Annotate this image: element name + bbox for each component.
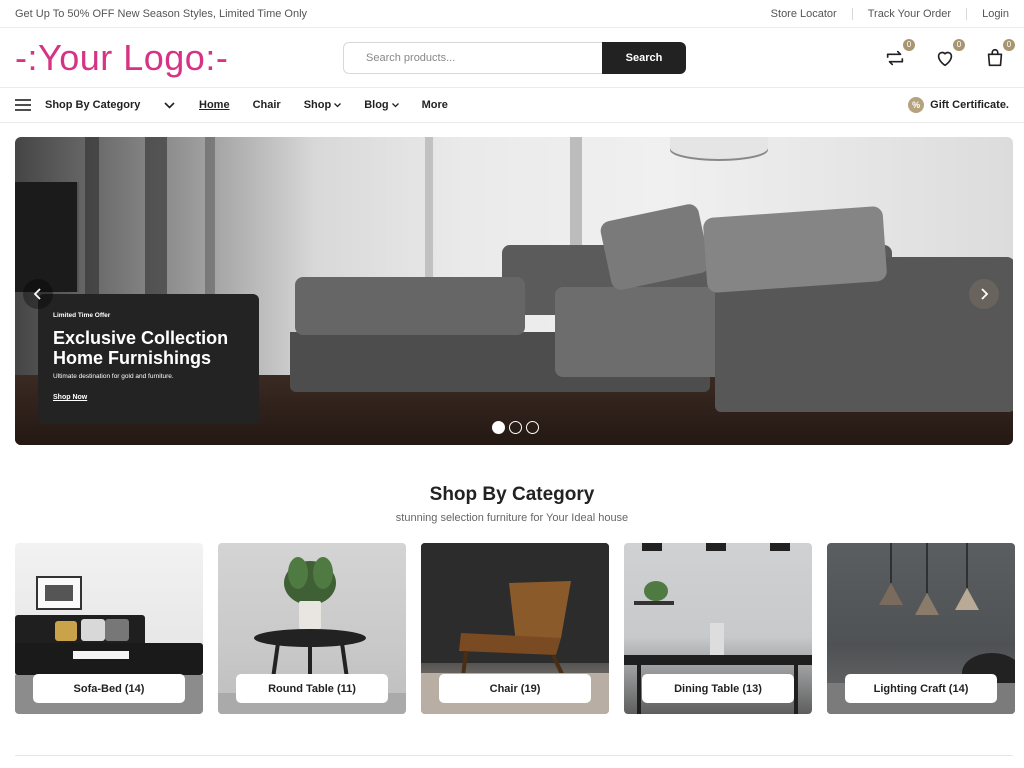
chevron-down-icon bbox=[164, 101, 175, 109]
hero-title-line: Home Furnishings bbox=[53, 348, 212, 368]
category-cards: Sofa-Bed (14) Round Table (11) Chair (19… bbox=[15, 543, 1015, 714]
pillow-image bbox=[702, 205, 888, 294]
bag-icon bbox=[987, 48, 1003, 66]
chevron-down-icon bbox=[334, 102, 342, 107]
nav-item-shop[interactable]: Shop bbox=[304, 99, 342, 111]
logo[interactable]: -:Your Logo:- bbox=[15, 39, 343, 76]
store-locator-link[interactable]: Store Locator bbox=[771, 8, 837, 20]
slider-dot[interactable] bbox=[526, 421, 539, 434]
hero-title: Exclusive Collection Home Furnishings bbox=[53, 328, 244, 368]
category-card-sofa-bed[interactable]: Sofa-Bed (14) bbox=[15, 543, 203, 714]
cart-count-badge: 0 bbox=[1003, 38, 1015, 51]
sofa-image bbox=[295, 277, 525, 335]
gift-certificate-link[interactable]: % Gift Certificate. bbox=[908, 97, 1009, 113]
nav-item-home[interactable]: Home bbox=[199, 99, 230, 111]
cart-button[interactable]: 0 bbox=[983, 38, 1015, 70]
arrow-left-icon bbox=[33, 288, 41, 300]
chevron-down-icon bbox=[391, 102, 399, 107]
nav-label: Blog bbox=[364, 99, 389, 111]
category-toggle-label: Shop By Category bbox=[45, 99, 141, 111]
heart-icon bbox=[937, 51, 953, 66]
search-bar: Search bbox=[343, 41, 686, 74]
hero-kicker: Limited Time Offer bbox=[53, 312, 111, 319]
header: -:Your Logo:- Search 0 0 0 bbox=[0, 28, 1024, 88]
divider bbox=[851, 7, 853, 20]
main-nav: Shop By Category Home Chair Shop Blog Mo… bbox=[0, 88, 1024, 123]
compare-button[interactable]: 0 bbox=[883, 38, 915, 70]
header-icons: 0 0 0 bbox=[883, 38, 1015, 70]
track-order-link[interactable]: Track Your Order bbox=[868, 8, 951, 20]
wishlist-button[interactable]: 0 bbox=[933, 38, 965, 70]
login-link[interactable]: Login bbox=[982, 8, 1009, 20]
category-section-title: Shop By Category bbox=[429, 484, 595, 505]
compare-count-badge: 0 bbox=[903, 38, 915, 51]
percent-icon: % bbox=[908, 97, 925, 113]
category-card-round-table[interactable]: Round Table (11) bbox=[218, 543, 406, 714]
slider-dot[interactable] bbox=[509, 421, 522, 434]
hero-slider: Limited Time Offer Exclusive Collection … bbox=[15, 137, 1013, 445]
slider-next-button[interactable] bbox=[969, 279, 999, 309]
hero-title-line: Exclusive Collection bbox=[53, 328, 229, 348]
top-bar: Get Up To 50% OFF New Season Styles, Lim… bbox=[0, 0, 1024, 28]
category-section-subtitle: stunning selection furniture for Your Id… bbox=[395, 512, 629, 524]
tv-image bbox=[15, 182, 79, 292]
nav-item-blog[interactable]: Blog bbox=[364, 99, 399, 111]
category-label: Lighting Craft (14) bbox=[845, 674, 997, 703]
slider-dot[interactable] bbox=[492, 421, 505, 434]
hero-subtitle: Ultimate destination for gold and furnit… bbox=[53, 373, 174, 380]
search-input[interactable] bbox=[343, 41, 602, 74]
nav-item-more[interactable]: More bbox=[422, 99, 448, 111]
compare-icon bbox=[886, 50, 904, 65]
slider-dots bbox=[492, 421, 539, 434]
lamp-image bbox=[670, 137, 768, 159]
shop-by-category-toggle[interactable]: Shop By Category bbox=[15, 99, 181, 111]
category-card-chair[interactable]: Chair (19) bbox=[421, 543, 609, 714]
wishlist-count-badge: 0 bbox=[953, 38, 965, 51]
gift-label: Gift Certificate. bbox=[930, 99, 1009, 111]
shop-now-link[interactable]: Shop Now bbox=[53, 394, 87, 401]
category-label: Chair (19) bbox=[439, 674, 591, 703]
category-label: Sofa-Bed (14) bbox=[33, 674, 185, 703]
search-button[interactable]: Search bbox=[602, 41, 686, 74]
category-card-lighting-craft[interactable]: Lighting Craft (14) bbox=[827, 543, 1015, 714]
nav-item-chair[interactable]: Chair bbox=[253, 99, 281, 111]
category-label: Round Table (11) bbox=[236, 674, 388, 703]
hero-promo-card: Limited Time Offer Exclusive Collection … bbox=[38, 294, 259, 424]
section-divider bbox=[15, 755, 1013, 756]
promo-text: Get Up To 50% OFF New Season Styles, Lim… bbox=[15, 7, 308, 20]
nav-label: More bbox=[421, 99, 448, 111]
nav-links: Home Chair Shop Blog More bbox=[199, 99, 448, 111]
category-card-dining-table[interactable]: Dining Table (13) bbox=[624, 543, 812, 714]
top-links: Store Locator Track Your Order Login bbox=[771, 7, 1009, 20]
divider bbox=[966, 7, 968, 20]
nav-label: Home bbox=[199, 99, 230, 111]
nav-label: Shop bbox=[303, 99, 332, 111]
nav-label: Chair bbox=[252, 99, 281, 111]
category-label: Dining Table (13) bbox=[642, 674, 794, 703]
slider-prev-button[interactable] bbox=[23, 279, 53, 309]
menu-icon bbox=[15, 99, 31, 111]
arrow-right-icon bbox=[981, 288, 989, 300]
